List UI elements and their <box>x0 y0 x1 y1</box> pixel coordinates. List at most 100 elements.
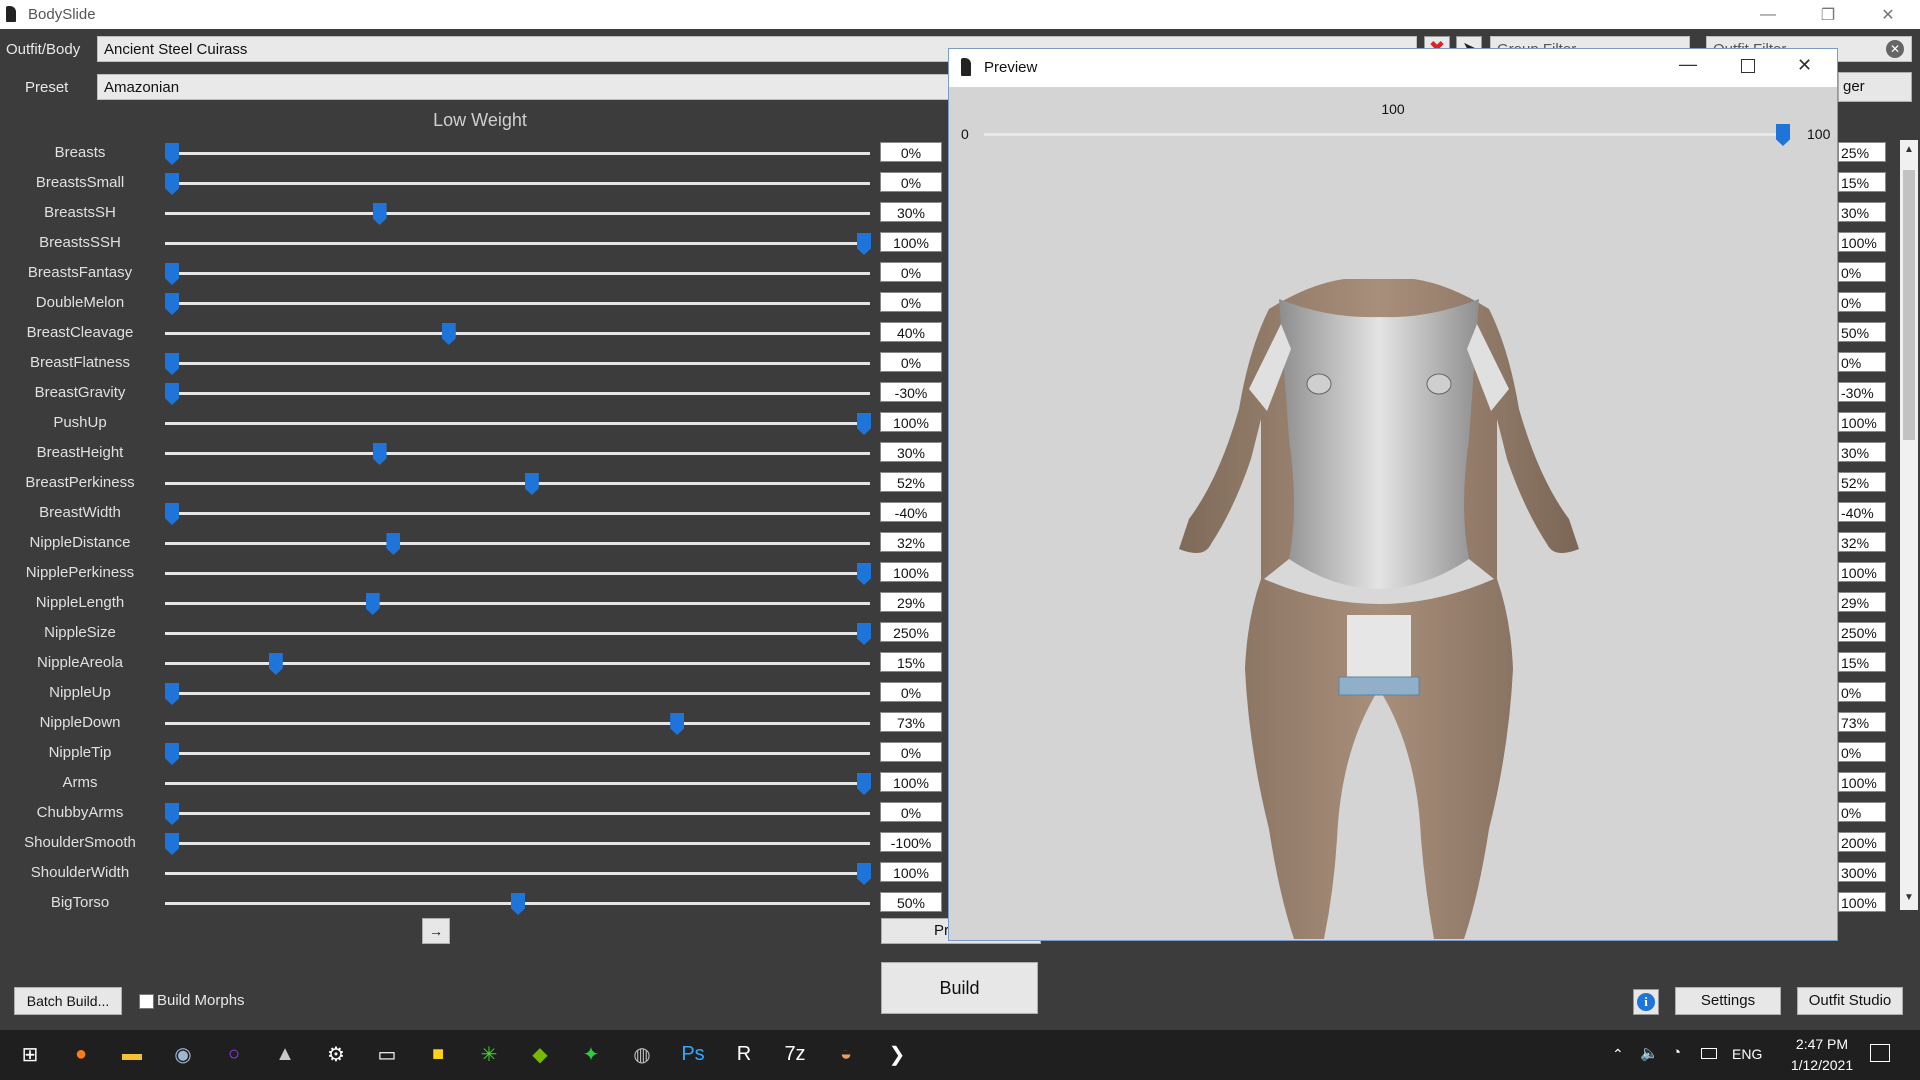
high-weight-value-field[interactable]: 29% <box>1838 592 1886 612</box>
slider-value-field[interactable]: 0% <box>880 292 942 312</box>
preview-minimize-button[interactable]: — <box>1679 54 1697 75</box>
slider-thumb[interactable] <box>857 413 871 435</box>
scrollbar-thumb[interactable] <box>1903 170 1915 440</box>
bowl-app-icon[interactable]: ◒ <box>830 1038 862 1070</box>
slider-track[interactable] <box>165 812 870 815</box>
high-weight-value-field[interactable]: -30% <box>1838 382 1886 402</box>
slider-thumb[interactable] <box>524 473 539 495</box>
nvidia-icon[interactable]: ◆ <box>524 1038 556 1070</box>
windows-start-icon[interactable]: ⊞ <box>14 1038 46 1070</box>
slider-track[interactable] <box>165 512 870 515</box>
photoshop-icon[interactable]: Ps <box>677 1038 709 1070</box>
slider-track[interactable] <box>165 632 870 635</box>
slider-thumb[interactable] <box>441 323 456 345</box>
high-weight-value-field[interactable]: 73% <box>1838 712 1886 732</box>
razer-cortex-icon[interactable]: ▲ <box>269 1038 301 1070</box>
slider-value-field[interactable]: 52% <box>880 472 942 492</box>
high-weight-value-field[interactable]: 100% <box>1838 772 1886 792</box>
slider-track[interactable] <box>165 752 870 755</box>
slider-track[interactable] <box>165 392 870 395</box>
disc-app-icon[interactable]: ◍ <box>626 1038 658 1070</box>
slider-scrollbar[interactable]: ▲ ▼ <box>1900 140 1918 910</box>
slider-track[interactable] <box>165 332 870 335</box>
weight-slider-track[interactable] <box>984 133 1790 136</box>
slider-value-field[interactable]: -30% <box>880 382 942 402</box>
slider-thumb[interactable] <box>857 623 871 645</box>
slider-value-field[interactable]: 0% <box>880 352 942 372</box>
slider-thumb[interactable] <box>165 173 179 195</box>
file-explorer-icon[interactable]: ▬ <box>116 1038 148 1070</box>
high-weight-value-field[interactable]: 100% <box>1838 892 1886 912</box>
high-weight-value-field[interactable]: 0% <box>1838 292 1886 312</box>
slider-thumb[interactable] <box>857 233 871 255</box>
slider-value-field[interactable]: 100% <box>880 232 942 252</box>
high-weight-value-field[interactable]: 0% <box>1838 352 1886 372</box>
slider-track[interactable] <box>165 842 870 845</box>
green-app-icon[interactable]: ✦ <box>575 1038 607 1070</box>
save-as-button-fragment[interactable]: ger <box>1838 72 1912 102</box>
high-weight-value-field[interactable]: -40% <box>1838 502 1886 522</box>
move-arrow-button[interactable]: → <box>422 918 450 944</box>
slider-track[interactable] <box>165 212 870 215</box>
language-indicator[interactable]: ENG <box>1732 1046 1762 1062</box>
firefox-icon[interactable]: ● <box>65 1038 97 1070</box>
minimize-button[interactable]: — <box>1740 0 1796 29</box>
slider-value-field[interactable]: 100% <box>880 562 942 582</box>
slider-thumb[interactable] <box>670 713 685 735</box>
slider-value-field[interactable]: 100% <box>880 412 942 432</box>
slider-value-field[interactable]: -100% <box>880 832 942 852</box>
steam-icon[interactable]: ◉ <box>167 1038 199 1070</box>
slider-thumb[interactable] <box>268 653 283 675</box>
slider-track[interactable] <box>165 152 870 155</box>
slider-value-field[interactable]: 0% <box>880 682 942 702</box>
slider-thumb[interactable] <box>165 743 179 765</box>
slider-thumb[interactable] <box>165 503 179 525</box>
network-icon[interactable]: ◔ <box>1672 1044 1681 1061</box>
slider-track[interactable] <box>165 602 870 605</box>
slider-thumb[interactable] <box>165 803 179 825</box>
cortana-ring-icon[interactable]: ○ <box>218 1038 250 1070</box>
slider-value-field[interactable]: 0% <box>880 262 942 282</box>
scroll-up-icon[interactable]: ▲ <box>1904 144 1914 155</box>
clock-date[interactable]: 1/12/2021 <box>1782 1057 1862 1073</box>
high-weight-value-field[interactable]: 300% <box>1838 862 1886 882</box>
bodyslide-taskbar-icon[interactable]: ❯ <box>881 1038 913 1070</box>
high-weight-value-field[interactable]: 100% <box>1838 562 1886 582</box>
slider-track[interactable] <box>165 422 870 425</box>
high-weight-value-field[interactable]: 30% <box>1838 202 1886 222</box>
slider-thumb[interactable] <box>386 533 401 555</box>
batch-build-button[interactable]: Batch Build... <box>14 987 122 1015</box>
slider-thumb[interactable] <box>165 683 179 705</box>
high-weight-value-field[interactable]: 52% <box>1838 472 1886 492</box>
battery-icon[interactable] <box>1701 1048 1717 1059</box>
slider-value-field[interactable]: 29% <box>880 592 942 612</box>
slider-thumb[interactable] <box>165 383 179 405</box>
high-weight-value-field[interactable]: 200% <box>1838 832 1886 852</box>
razer-synapse-icon[interactable]: ✳ <box>473 1038 505 1070</box>
7zip-icon[interactable]: 7z <box>779 1038 811 1070</box>
scroll-down-icon[interactable]: ▼ <box>1904 892 1914 903</box>
preview-close-button[interactable]: ✕ <box>1797 55 1812 76</box>
body-preview-render[interactable] <box>949 149 1837 939</box>
slider-value-field[interactable]: 250% <box>880 622 942 642</box>
slider-value-field[interactable]: 0% <box>880 802 942 822</box>
build-morphs-checkbox[interactable] <box>139 994 154 1009</box>
slider-value-field[interactable]: 0% <box>880 172 942 192</box>
high-weight-value-field[interactable]: 15% <box>1838 172 1886 192</box>
build-button[interactable]: Build <box>881 962 1038 1014</box>
clock-time[interactable]: 2:47 PM <box>1782 1036 1862 1052</box>
slider-value-field[interactable]: 32% <box>880 532 942 552</box>
high-weight-value-field[interactable]: 100% <box>1838 232 1886 252</box>
high-weight-value-field[interactable]: 30% <box>1838 442 1886 462</box>
slider-thumb[interactable] <box>857 563 871 585</box>
slider-track[interactable] <box>165 692 870 695</box>
clear-filter-icon[interactable]: ✕ <box>1886 40 1904 58</box>
slider-track[interactable] <box>165 722 870 725</box>
sticky-notes-icon[interactable]: ■ <box>422 1038 454 1070</box>
slider-value-field[interactable]: 73% <box>880 712 942 732</box>
slider-value-field[interactable]: -40% <box>880 502 942 522</box>
volume-icon[interactable]: 🔈 <box>1640 1044 1659 1062</box>
high-weight-value-field[interactable]: 32% <box>1838 532 1886 552</box>
slider-value-field[interactable]: 30% <box>880 442 942 462</box>
slider-thumb[interactable] <box>165 353 179 375</box>
